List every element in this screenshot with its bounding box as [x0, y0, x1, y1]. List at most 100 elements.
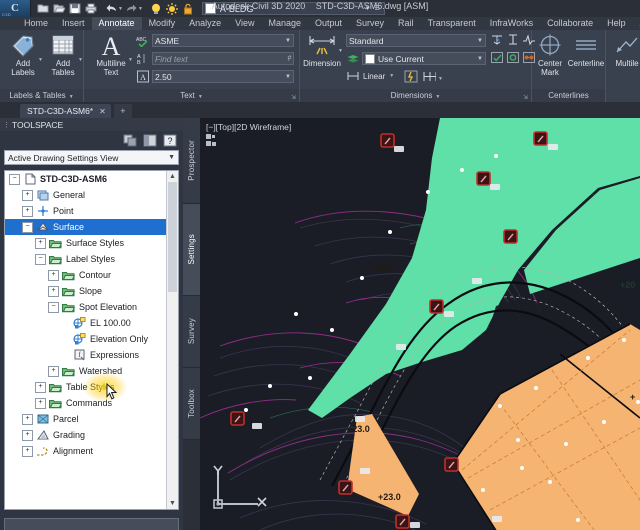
tree-expand-icon[interactable]: +: [35, 397, 46, 409]
dimension-chevron-down-icon[interactable]: ▼: [338, 48, 343, 54]
text-height-selector[interactable]: 2.50 ▼: [152, 70, 294, 83]
spellcheck-icon[interactable]: ABC: [136, 34, 150, 47]
tree-expand-icon[interactable]: +: [22, 445, 33, 457]
close-icon[interactable]: ✕: [99, 107, 106, 116]
tree-expand-icon[interactable]: +: [48, 285, 59, 297]
multileader-button[interactable]: Multile: [608, 32, 640, 68]
tree-item-el-100-00[interactable]: EL 100.00: [5, 315, 178, 331]
text-panel-dialog-launcher-icon[interactable]: ⇲: [291, 94, 296, 101]
center-mark-button[interactable]: Center Mark: [532, 32, 568, 77]
tree-item-general[interactable]: + General: [5, 187, 178, 203]
redo-icon[interactable]: [124, 2, 139, 16]
ribbon-tab-rail[interactable]: Rail: [391, 17, 421, 30]
save-icon[interactable]: [67, 2, 82, 16]
panel-label-centerlines[interactable]: Centerlines: [532, 89, 605, 102]
text-style-chevron-down-icon[interactable]: ▼: [282, 38, 291, 44]
tree-expand-icon[interactable]: +: [22, 189, 33, 201]
dimension-override-icon[interactable]: [506, 51, 520, 64]
tree-item-spot-elevation[interactable]: − Spot Elevation: [5, 299, 178, 315]
drawing-viewport[interactable]: [−][Top][2D Wireframe] +20.0 +23.0 +23.0…: [200, 118, 640, 530]
ribbon-tab-survey[interactable]: Survey: [349, 17, 391, 30]
toolspace-view-selector[interactable]: Active Drawing Settings View ▼: [4, 150, 179, 165]
dimension-break-chevron-down-icon[interactable]: ▼: [438, 76, 443, 82]
tree-collapse-icon[interactable]: −: [48, 301, 59, 313]
lock-icon[interactable]: [181, 2, 196, 16]
new-tab-button[interactable]: +: [113, 104, 132, 118]
undo-icon[interactable]: [104, 2, 119, 16]
help-icon[interactable]: ?: [162, 134, 177, 148]
linear-dimension-button[interactable]: Linear ▼: [346, 70, 394, 82]
app-logo[interactable]: C C3D: [0, 0, 31, 17]
tree-item-std-c3d-asm6[interactable]: − STD-C3D-ASM6: [5, 171, 178, 187]
tree-item-contour[interactable]: + Contour: [5, 267, 178, 283]
ribbon-tab-modify[interactable]: Modify: [142, 17, 183, 30]
tree-item-expressions[interactable]: f Expressions: [5, 347, 178, 363]
tree-expand-icon[interactable]: +: [22, 205, 33, 217]
ribbon-tab-view[interactable]: View: [228, 17, 261, 30]
ribbon-tab-manage[interactable]: Manage: [261, 17, 308, 30]
tree-item-surface-styles[interactable]: + Surface Styles: [5, 235, 178, 251]
tree-expand-icon[interactable]: +: [22, 413, 33, 425]
sun-icon[interactable]: [165, 2, 180, 16]
ribbon-tab-annotate[interactable]: Annotate: [91, 17, 142, 30]
tree-expand-icon[interactable]: +: [35, 237, 46, 249]
tree-collapse-icon[interactable]: −: [22, 221, 33, 233]
panel-layout-icon[interactable]: [122, 134, 137, 148]
multiline-text-chevron-down-icon[interactable]: ▼: [128, 57, 133, 63]
tree-scrollbar[interactable]: ▲ ▼: [166, 171, 178, 509]
tree-item-slope[interactable]: + Slope: [5, 283, 178, 299]
scroll-up-icon[interactable]: ▲: [167, 171, 178, 182]
tree-item-surface[interactable]: − Surface: [5, 219, 166, 235]
find-text-input[interactable]: Find text ⚲: [152, 52, 294, 65]
tree-item-grading[interactable]: + Grading: [5, 427, 178, 443]
ribbon-tab-transparent[interactable]: Transparent: [421, 17, 483, 30]
open-icon[interactable]: [51, 2, 66, 16]
find-text-icon[interactable]: AB: [136, 52, 150, 65]
layer-list-icon[interactable]: ☰: [373, 5, 382, 12]
ribbon-tab-help[interactable]: Help: [600, 17, 633, 30]
add-tables-button[interactable]: Add Tables ▼: [42, 32, 84, 77]
ribbon-tab-ad[interactable]: Ad: [633, 17, 640, 30]
tree-item-alignment[interactable]: + Alignment: [5, 443, 178, 459]
scroll-down-icon[interactable]: ▼: [167, 498, 178, 509]
tree-expand-icon[interactable]: +: [35, 381, 46, 393]
viewcube-icon[interactable]: [206, 134, 220, 150]
dimension-layer-chevron-down-icon[interactable]: ▼: [474, 56, 483, 62]
panel-label-labels-tables[interactable]: Labels & Tables ▼: [0, 89, 83, 102]
scroll-thumb[interactable]: [168, 182, 177, 292]
ribbon-tab-analyze[interactable]: Analyze: [182, 17, 228, 30]
new-icon[interactable]: [35, 2, 50, 16]
tree-expand-icon[interactable]: +: [48, 365, 59, 377]
panel-label-dimensions[interactable]: Dimensions ▼: [300, 89, 531, 102]
tree-item-parcel[interactable]: + Parcel: [5, 411, 178, 427]
layer-chevron-down-icon[interactable]: ▼: [363, 6, 373, 12]
lightbulb-icon[interactable]: [149, 2, 164, 16]
tree-item-elevation-only[interactable]: Elevation Only: [5, 331, 178, 347]
ribbon-tab-output[interactable]: Output: [308, 17, 349, 30]
tree-collapse-icon[interactable]: −: [35, 253, 46, 265]
ribbon-tab-collaborate[interactable]: Collaborate: [540, 17, 600, 30]
toolspace-tab-survey[interactable]: Survey: [183, 296, 200, 368]
text-height-icon[interactable]: A: [136, 70, 150, 83]
panel-label-text[interactable]: Text ▼: [84, 89, 299, 102]
ribbon-tab-infraworks[interactable]: InfraWorks: [483, 17, 540, 30]
dimensions-panel-dialog-launcher-icon[interactable]: ⇲: [523, 94, 528, 101]
centerline-button[interactable]: Centerline: [566, 32, 606, 68]
dimension-inspect-icon[interactable]: [506, 33, 520, 46]
panel-display-icon[interactable]: [142, 134, 157, 148]
add-labels-button[interactable]: Add Labels ▼: [2, 32, 44, 77]
tree-expand-icon[interactable]: +: [48, 269, 59, 281]
dimension-break-icon[interactable]: [422, 70, 436, 83]
linear-chevron-down-icon[interactable]: ▼: [389, 73, 394, 79]
tree-item-point[interactable]: + Point: [5, 203, 178, 219]
layer-selector[interactable]: A-BLDG ▼ ☰: [201, 2, 385, 15]
quick-dimension-icon[interactable]: [404, 70, 418, 83]
tree-item-label-styles[interactable]: − Label Styles: [5, 251, 178, 267]
viewport-view-label[interactable]: [−][Top][2D Wireframe]: [206, 122, 291, 132]
file-tab-active[interactable]: STD-C3D-ASM6* ✕: [20, 104, 111, 118]
ribbon-tab-home[interactable]: Home: [0, 17, 55, 30]
find-search-icon[interactable]: ⚲: [284, 55, 291, 62]
ribbon-tab-insert[interactable]: Insert: [55, 17, 92, 30]
toolspace-tab-prospector[interactable]: Prospector: [183, 118, 200, 204]
multiline-text-button[interactable]: A Multiline Text ▼: [88, 32, 134, 77]
